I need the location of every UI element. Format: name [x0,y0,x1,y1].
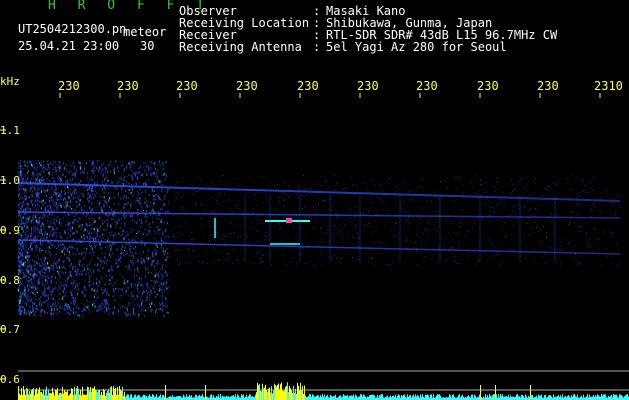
x-tick-label: 2310 [594,79,623,93]
intensity-spike [530,385,531,400]
intensity-spike [205,385,206,400]
x-tick-label: 230 [357,79,379,93]
x-tick-label: 230 [537,79,559,93]
intensity-bar-layer [18,382,629,400]
y-tick-label: 0.7 [0,323,20,336]
spectrogram-plot [0,93,629,400]
y-tick-label: 0.8 [0,274,20,287]
signal-noise-layer [18,160,621,318]
y-tick-label: 0.9 [0,224,20,237]
intensity-spike [480,385,481,400]
x-tick-label: 230 [416,79,438,93]
x-tick-label: 230 [117,79,139,93]
y-tick-label: 1.0 [0,174,20,187]
x-tick-label: 230 [297,79,319,93]
x-tick-label: 230 [176,79,198,93]
meteor-echo-peak [286,218,292,223]
intensity-spike [165,385,166,400]
carrier-signal-line [17,239,621,255]
intensity-spike [495,385,496,400]
y-tick-label: 0.6 [0,373,20,386]
y-unit-label: kHz [0,75,20,88]
carrier-signal-line [17,182,621,202]
y-tick-label: 1.1 [0,124,20,137]
x-tick-label: 230 [236,79,258,93]
x-tick-label: 230 [58,79,80,93]
x-tick-label: 230 [477,79,499,93]
